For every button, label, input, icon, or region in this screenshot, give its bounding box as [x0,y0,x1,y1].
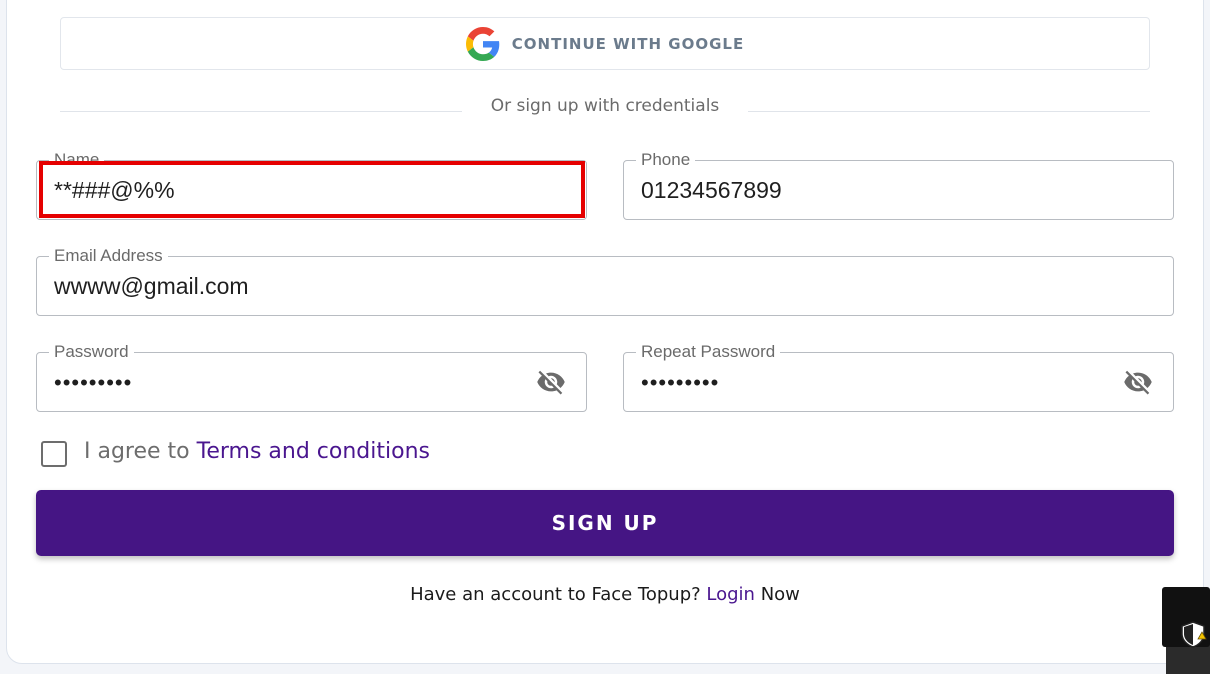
eye-off-icon[interactable] [1121,367,1155,397]
sign-up-button[interactable]: SIGN UP [36,490,1174,556]
terms-agreement: I agree to Terms and conditions [84,439,430,464]
repeat-password-value: ••••••••• [641,370,720,395]
password-label: Password [49,343,134,361]
continue-with-google-button[interactable]: CONTINUE WITH GOOGLE [60,17,1150,70]
login-prompt-suffix: Now [754,584,800,605]
name-value: **###@%% [54,177,175,203]
phone-field[interactable]: Phone 01234567899 [623,151,1174,220]
terms-link[interactable]: Terms and conditions [197,439,430,464]
email-field[interactable]: Email Address wwww@gmail.com [36,247,1174,316]
google-button-label: CONTINUE WITH GOOGLE [511,34,745,53]
security-shield-icon [1181,621,1207,648]
login-prompt: Have an account to Face Topup? Login Now [0,584,1210,605]
terms-checkbox[interactable] [41,441,67,467]
repeat-password-field[interactable]: Repeat Password ••••••••• [623,343,1174,412]
name-field[interactable]: Name **###@%% [36,151,587,220]
login-link[interactable]: Login [706,584,755,605]
repeat-password-label: Repeat Password [636,343,781,361]
name-label: Name [49,151,105,169]
divider-line-right [748,111,1150,112]
password-value: ••••••••• [54,370,133,395]
email-label: Email Address [49,247,168,265]
google-g-icon [465,26,500,61]
email-value: wwww@gmail.com [54,273,249,299]
login-prompt-prefix: Have an account to Face Topup? [410,584,707,605]
password-field[interactable]: Password ••••••••• [36,343,587,412]
divider-text: Or sign up with credentials [490,96,720,116]
eye-off-icon[interactable] [534,367,568,397]
sign-up-label: SIGN UP [551,511,659,535]
phone-value: 01234567899 [641,177,782,203]
terms-prefix: I agree to [84,439,197,464]
divider-line-left [60,111,462,112]
phone-label: Phone [636,151,696,169]
